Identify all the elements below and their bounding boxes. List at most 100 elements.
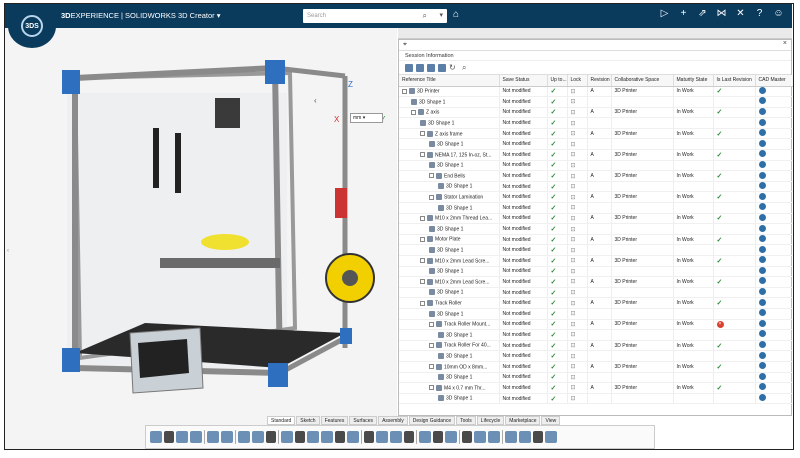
- column-header[interactable]: Collaborative Space: [611, 75, 674, 87]
- expand-toggle-icon[interactable]: [420, 279, 425, 285]
- table-row[interactable]: M10 x 2mm Lead Scre... Not modified ✓ ⊡ A 3D …: [399, 276, 793, 288]
- tab-design-guidance[interactable]: Design Guidance: [408, 416, 456, 425]
- collapse-all-icon[interactable]: [416, 63, 424, 72]
- unlock-icon[interactable]: ⊡: [571, 343, 576, 349]
- lock-cell[interactable]: ⊡: [567, 276, 588, 288]
- print-icon[interactable]: [545, 431, 557, 443]
- unlock-icon[interactable]: ⊡: [571, 385, 576, 391]
- lock-cell[interactable]: ⊡: [567, 160, 588, 172]
- expand-toggle-icon[interactable]: [411, 109, 416, 115]
- table-row[interactable]: 3D Printer Not modified ✓ ⊡ A 3D Printer In Wo…: [399, 86, 793, 98]
- lock-cell[interactable]: ⊡: [567, 393, 588, 405]
- assembly-icon[interactable]: [364, 431, 374, 443]
- add-icon[interactable]: +: [678, 8, 689, 19]
- table-row[interactable]: 3D Shape 1 Not modified ✓ ⊡: [399, 287, 793, 299]
- lock-cell[interactable]: ⊡: [567, 107, 588, 119]
- expand-toggle-icon[interactable]: [420, 215, 425, 221]
- pin-icon[interactable]: ⌖: [403, 41, 407, 49]
- table-row[interactable]: Track Roller For 40... Not modified ✓ ⊡ A 3D …: [399, 340, 793, 352]
- search-dropdown-icon[interactable]: ▾: [439, 11, 443, 19]
- redo-icon[interactable]: [252, 431, 264, 443]
- expand-toggle-icon[interactable]: [429, 364, 434, 370]
- units-dropdown[interactable]: mm ▾: [350, 113, 383, 123]
- table-row[interactable]: 3D Shape 1 Not modified ✓ ⊡: [399, 202, 793, 214]
- lock-cell[interactable]: ⊡: [567, 372, 588, 384]
- lock-cell[interactable]: ⊡: [567, 149, 588, 161]
- collapse-chevron-icon[interactable]: ‹: [314, 96, 317, 105]
- lock-cell[interactable]: ⊡: [567, 308, 588, 320]
- column-header[interactable]: Up to...: [547, 75, 568, 87]
- measure-icon[interactable]: [404, 431, 414, 443]
- column-header[interactable]: Lock: [567, 75, 588, 87]
- help-icon[interactable]: [266, 431, 276, 443]
- lock-cell[interactable]: ⊡: [567, 234, 588, 246]
- table-row[interactable]: 3D Shape 1 Not modified ✓ ⊡: [399, 372, 793, 384]
- pattern-icon[interactable]: [321, 431, 333, 443]
- lock-cell[interactable]: ⊡: [567, 340, 588, 352]
- view-icon[interactable]: [390, 431, 402, 443]
- expand-toggle-icon[interactable]: [420, 152, 425, 158]
- table-row[interactable]: Motor Plate Not modified ✓ ⊡ A 3D Printer In W…: [399, 234, 793, 246]
- column-header[interactable]: Save Status: [499, 75, 548, 87]
- table-row[interactable]: M10 x 2mm Thread Lea... Not modified ✓ ⊡ A 3D…: [399, 213, 793, 225]
- expand-toggle-icon[interactable]: [420, 236, 425, 242]
- tag-icon[interactable]: ⌂: [453, 9, 459, 20]
- unlock-icon[interactable]: ⊡: [571, 301, 576, 307]
- lock-cell[interactable]: ⊡: [567, 382, 588, 394]
- refresh-icon[interactable]: [190, 431, 202, 443]
- unlock-icon[interactable]: ⊡: [571, 364, 576, 370]
- mate-icon[interactable]: [307, 431, 319, 443]
- lock-cell[interactable]: ⊡: [567, 287, 588, 299]
- lock-cell[interactable]: ⊡: [567, 181, 588, 193]
- new-icon[interactable]: [150, 431, 162, 443]
- compass-logo[interactable]: 3DS: [8, 4, 56, 48]
- search-input[interactable]: Search ⌕ ▾: [303, 9, 447, 23]
- expand-toggle-icon[interactable]: [429, 321, 434, 327]
- unlock-icon[interactable]: ⊡: [571, 99, 576, 105]
- lock-cell[interactable]: ⊡: [567, 350, 588, 362]
- unlock-icon[interactable]: ⊡: [571, 279, 576, 285]
- unlock-icon[interactable]: ⊡: [571, 237, 576, 243]
- ruler-icon[interactable]: [488, 431, 500, 443]
- unlock-icon[interactable]: ⊡: [571, 375, 576, 381]
- unlock-icon[interactable]: ⊡: [571, 269, 576, 275]
- tools-icon[interactable]: ✕: [735, 8, 746, 19]
- unlock-icon[interactable]: ⊡: [571, 311, 576, 317]
- unlock-icon[interactable]: ⊡: [571, 322, 576, 328]
- unlock-icon[interactable]: ⊡: [571, 290, 576, 296]
- table-row[interactable]: 3D Shape 1 Not modified ✓ ⊡: [399, 138, 793, 151]
- lock-cell[interactable]: ⊡: [567, 319, 588, 331]
- expand-toggle-icon[interactable]: [429, 342, 434, 348]
- unlock-icon[interactable]: ⊡: [571, 184, 576, 190]
- column-header[interactable]: Revision: [587, 75, 612, 87]
- column-header[interactable]: Maturity State: [673, 75, 714, 87]
- unlock-icon[interactable]: ⊡: [571, 163, 576, 169]
- table-row[interactable]: 3D Shape 1 Not modified ✓ ⊡: [399, 244, 793, 256]
- tab-sketch[interactable]: Sketch: [296, 416, 320, 425]
- table-row[interactable]: 3D Shape 1 Not modified ✓ ⊡: [399, 117, 793, 129]
- unlock-icon[interactable]: ⊡: [571, 205, 576, 211]
- lock-cell[interactable]: ⊡: [567, 361, 588, 373]
- left-chevron-icon[interactable]: ‹: [7, 248, 9, 254]
- tab-tools[interactable]: Tools: [456, 416, 476, 425]
- unlock-icon[interactable]: ⊡: [571, 131, 576, 137]
- publish-icon[interactable]: [474, 431, 486, 443]
- expand-toggle-icon[interactable]: [402, 88, 407, 94]
- move-icon[interactable]: [335, 431, 345, 443]
- unlock-icon[interactable]: ⊡: [571, 332, 576, 338]
- table-row[interactable]: 3D Shape 1 Not modified ✓ ⊡: [399, 308, 793, 320]
- table-row[interactable]: 3D Shape 1 Not modified ✓ ⊡: [399, 329, 793, 341]
- tab-marketplace[interactable]: Marketplace: [505, 416, 541, 425]
- search-icon[interactable]: ⌕: [462, 63, 472, 72]
- expand-toggle-icon[interactable]: [420, 258, 425, 264]
- table-row[interactable]: Z axis Not modified ✓ ⊡ A 3D Printer In Work ✓: [399, 107, 793, 119]
- settings-icon[interactable]: [505, 431, 517, 443]
- close-icon[interactable]: ×: [783, 40, 787, 47]
- table-row[interactable]: 3D Shape 1 Not modified ✓ ⊡: [399, 96, 793, 108]
- table-row[interactable]: M4 x 0.7 mm Thr... Not modified ✓ ⊡ A 3D Prin…: [399, 382, 793, 394]
- column-header[interactable]: Is Last Revision: [713, 75, 756, 87]
- refresh-icon[interactable]: ↻: [449, 63, 459, 72]
- lock-cell[interactable]: ⊡: [567, 138, 588, 151]
- section-icon[interactable]: [376, 431, 388, 443]
- lock-cell[interactable]: ⊡: [567, 117, 588, 129]
